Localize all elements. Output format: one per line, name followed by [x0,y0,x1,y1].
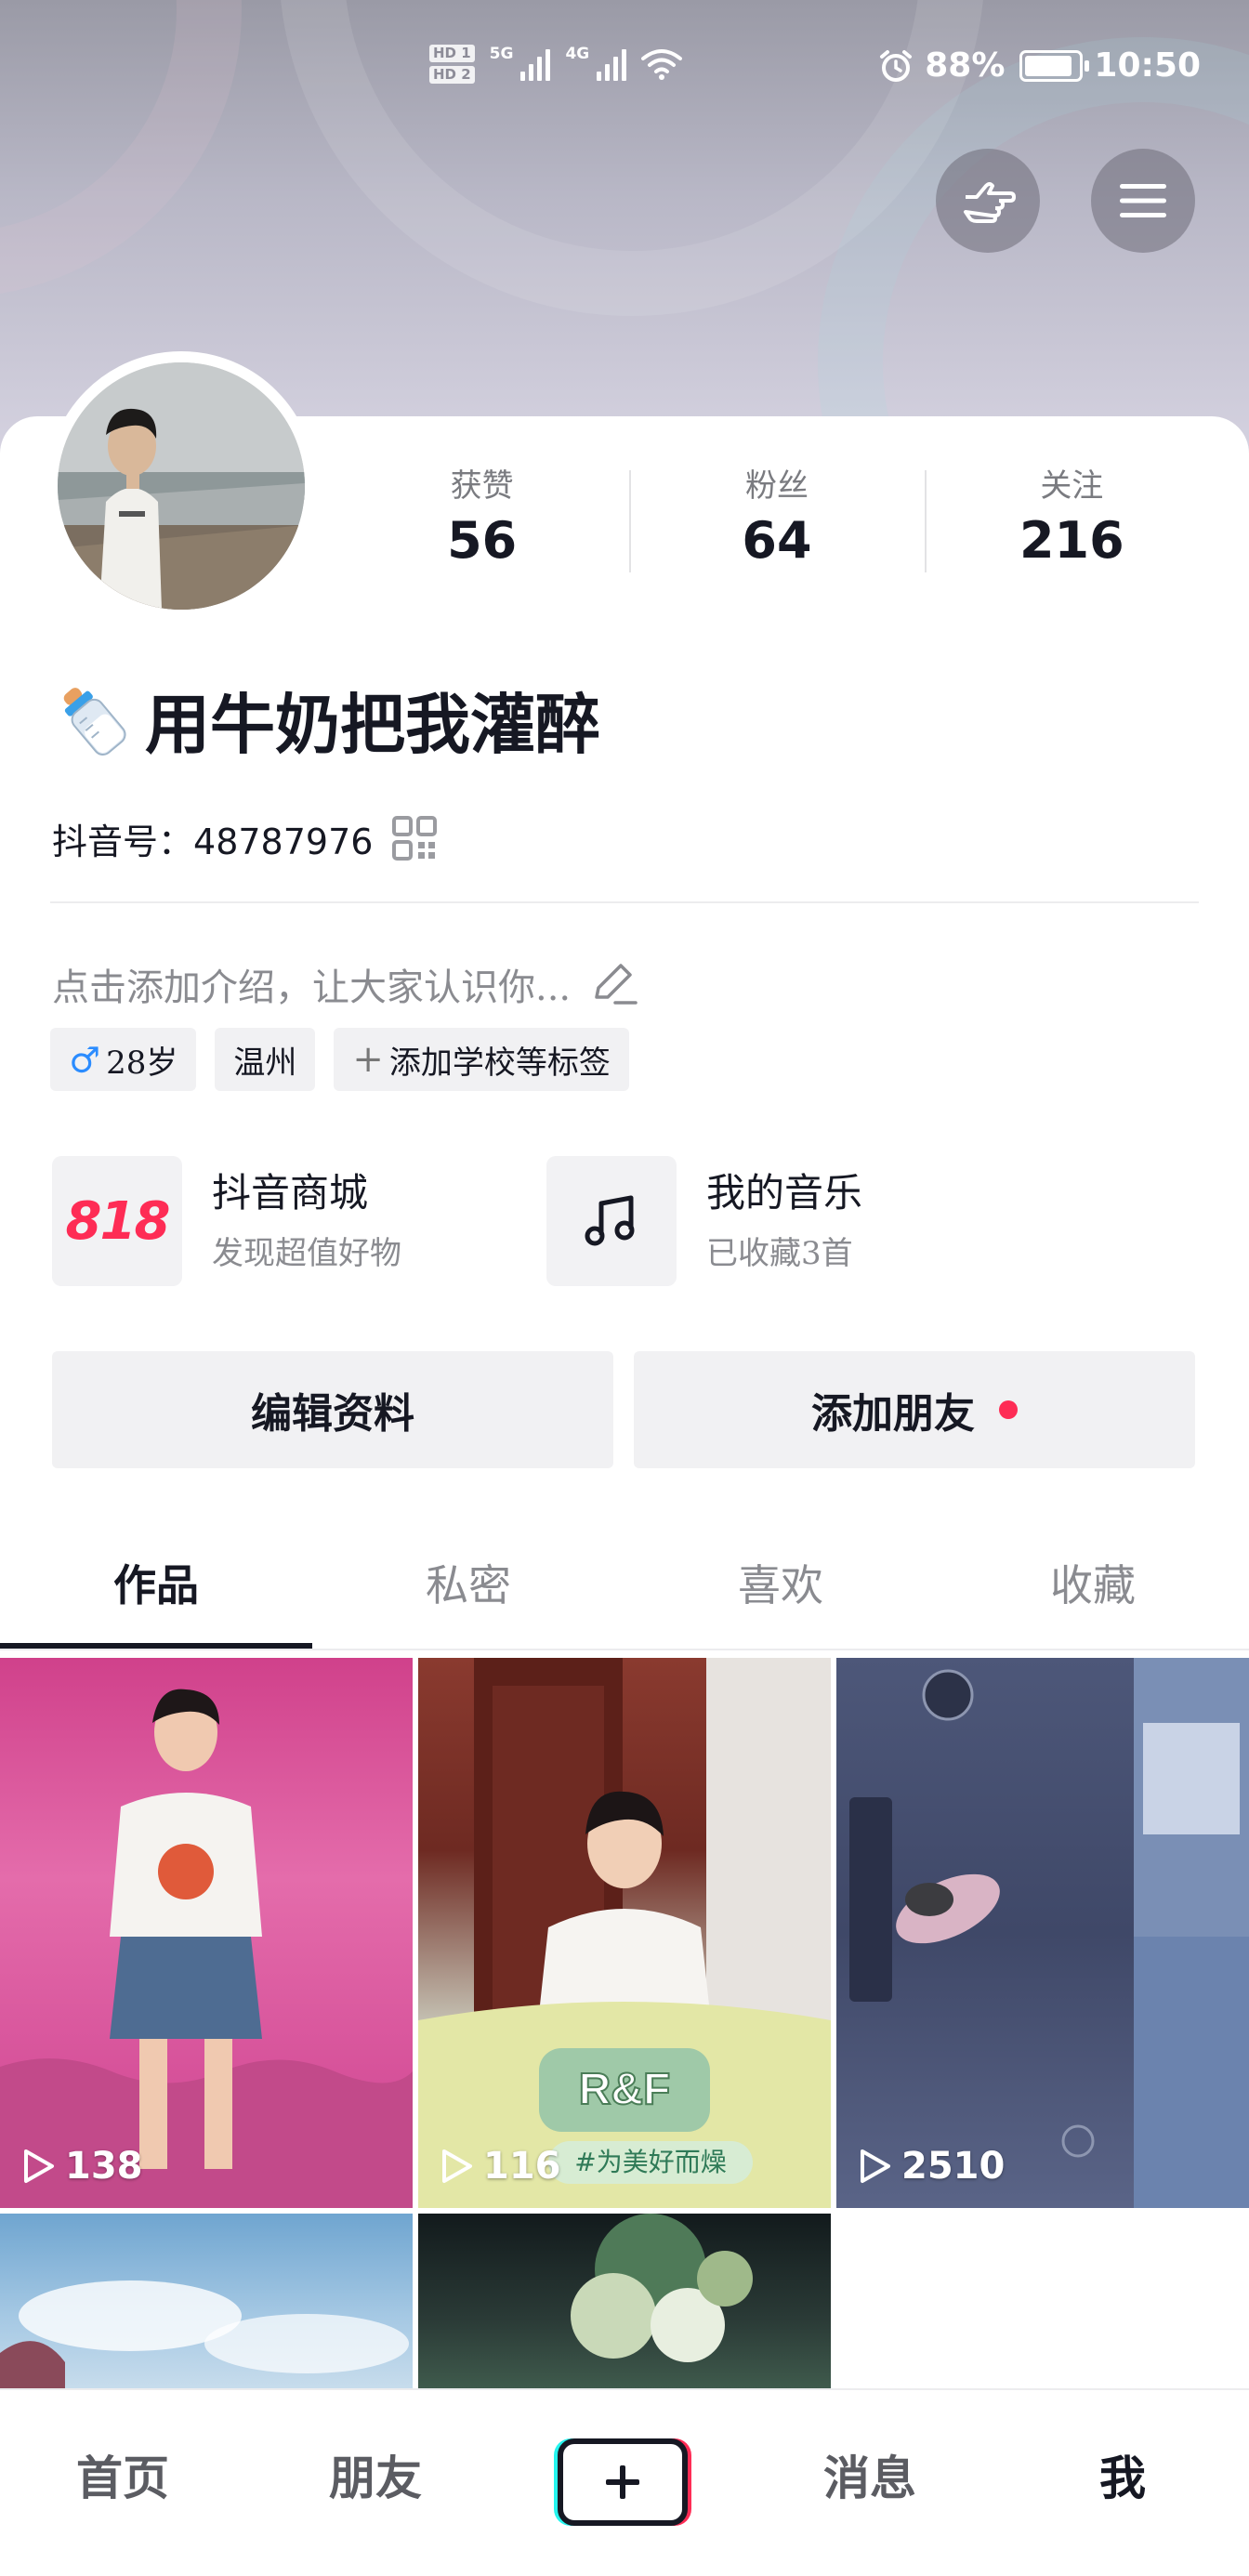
status-bar: HD 1 HD 2 5G 4G 88% 10:50 [0,37,1249,112]
shop-logo-icon: 818 [52,1156,182,1286]
shop-logo-text: 818 [65,1190,171,1252]
play-count: 116 [439,2145,561,2188]
stat-label: 获赞 [450,467,514,505]
tab-favorites[interactable]: 收藏 [937,1531,1249,1650]
stat-label: 粉丝 [744,467,809,505]
plus-icon: + [352,1038,384,1081]
nav-friends[interactable]: 朋友 [283,2446,468,2511]
video-thumbnail[interactable]: 2510 [836,1658,1249,2208]
play-count: 138 [20,2145,143,2188]
menu-icon [1120,184,1166,217]
battery-icon [1019,49,1090,82]
menu-button[interactable] [1091,149,1195,253]
location-label: 温州 [233,1044,297,1082]
stat-value: 64 [742,511,812,570]
alarm-icon [880,49,913,82]
nav-me[interactable]: 我 [1030,2446,1216,2511]
account-row: 抖音号：48787976 [52,808,438,868]
video-thumbnail[interactable]: 138 [0,1658,413,2208]
network-4g-label: 4G [565,45,590,63]
video-caption-tag: #为美好而燥 [574,2147,726,2177]
video-thumbnail[interactable] [418,2214,831,2388]
location-tag[interactable]: 温州 [215,1028,316,1091]
account-id: 48787976 [193,821,374,862]
profile-tags: ♂ 28岁 温州 + 添加学校等标签 [50,1028,629,1091]
qr-code-icon[interactable] [391,815,438,861]
tab-works[interactable]: 作品 [0,1531,312,1650]
music-shortcut[interactable]: 我的音乐 已收藏3首 [546,1156,862,1286]
nav-home[interactable]: 首页 [30,2446,216,2511]
signal-indicators: HD 1 HD 2 5G 4G [429,45,683,84]
intro-row[interactable]: 点击添加介绍，让大家认识你... [52,952,638,1017]
hand-pointing-icon [964,182,1016,223]
shortcut-title: 我的音乐 [706,1170,863,1216]
tabs-divider [0,1649,1249,1650]
clock-time: 10:50 [1094,46,1201,85]
gender-age-tag[interactable]: ♂ 28岁 [50,1028,197,1091]
shortcut-title: 抖音商城 [212,1170,369,1216]
add-tag-button[interactable]: + 添加学校等标签 [334,1028,629,1091]
baby-bottle-emoji [63,688,126,756]
divider [50,901,1199,903]
wifi-icon [641,49,683,80]
video-overlay-text: R&F [579,2065,671,2114]
play-count: 2510 [857,2145,1005,2188]
video-thumbnail-image [849,1658,1249,2208]
network-5g-label: 5G [489,45,514,63]
stat-likes[interactable]: 获赞 56 [335,465,629,585]
tab-private[interactable]: 私密 [312,1531,624,1650]
play-count-value: 2510 [901,2145,1006,2188]
music-note-icon [585,1195,635,1246]
stat-followers[interactable]: 粉丝 64 [629,465,924,585]
avatar-photo [58,362,305,610]
play-icon [442,2149,472,2183]
shortcut-subtitle: 发现超值好物 [212,1235,401,1272]
plus-icon [606,2465,639,2499]
shop-shortcut[interactable]: 818 抖音商城 发现超值好物 [52,1156,401,1286]
profile-stats: 获赞 56 粉丝 64 关注 216 [335,465,1219,585]
bottom-navigation: 首页 朋友 消息 我 [0,2388,1249,2576]
play-count-value: 138 [65,2145,143,2188]
battery-level [1025,55,1072,76]
nickname: 用牛奶把我灌醉 [145,685,600,763]
add-friends-label: 添加朋友 [811,1390,975,1438]
create-button[interactable] [558,2438,688,2526]
hd1-badge: HD 1 [429,45,475,62]
edit-pencil-icon[interactable] [589,960,638,1008]
video-thumbnail[interactable] [0,2214,413,2388]
shortcut-subtitle: 已收藏3首 [706,1235,853,1272]
account-label: 抖音号： [52,821,194,862]
add-friends-button[interactable]: 添加朋友 [634,1351,1195,1468]
video-thumbnail-image [0,1689,413,2208]
stat-value: 216 [1019,511,1124,570]
play-icon [24,2149,54,2183]
nav-messages[interactable]: 消息 [777,2446,963,2511]
hd2-badge: HD 2 [429,66,475,84]
signal-bars-icon [597,47,627,81]
add-tag-label: 添加学校等标签 [388,1044,611,1082]
age-label: 28岁 [106,1044,178,1082]
edit-profile-button[interactable]: 编辑资料 [52,1351,613,1468]
play-count-value: 116 [483,2145,561,2188]
battery-percent: 88% [925,46,1006,85]
tab-likes[interactable]: 喜欢 [624,1531,937,1650]
video-thumbnail-image [0,2280,409,2388]
male-icon: ♂ [69,1038,101,1081]
video-thumbnail-image [571,2214,753,2362]
stat-following[interactable]: 关注 216 [924,465,1219,585]
intro-placeholder[interactable]: 点击添加介绍，让大家认识你... [52,957,571,1011]
play-icon [861,2149,890,2183]
signal-bars-icon [520,47,551,81]
notification-dot [999,1400,1018,1419]
avatar[interactable] [46,351,316,621]
nickname-row: 用牛奶把我灌醉 [52,673,600,766]
video-thumbnail[interactable]: R&F #为美好而燥 116 [418,1658,831,2208]
visitor-button[interactable] [936,149,1040,253]
content-tabs: 作品 私密 喜欢 收藏 [0,1531,1249,1650]
stat-value: 56 [447,511,518,570]
stat-label: 关注 [1040,467,1104,505]
video-thumbnail-image: R&F #为美好而燥 [418,1658,831,2208]
